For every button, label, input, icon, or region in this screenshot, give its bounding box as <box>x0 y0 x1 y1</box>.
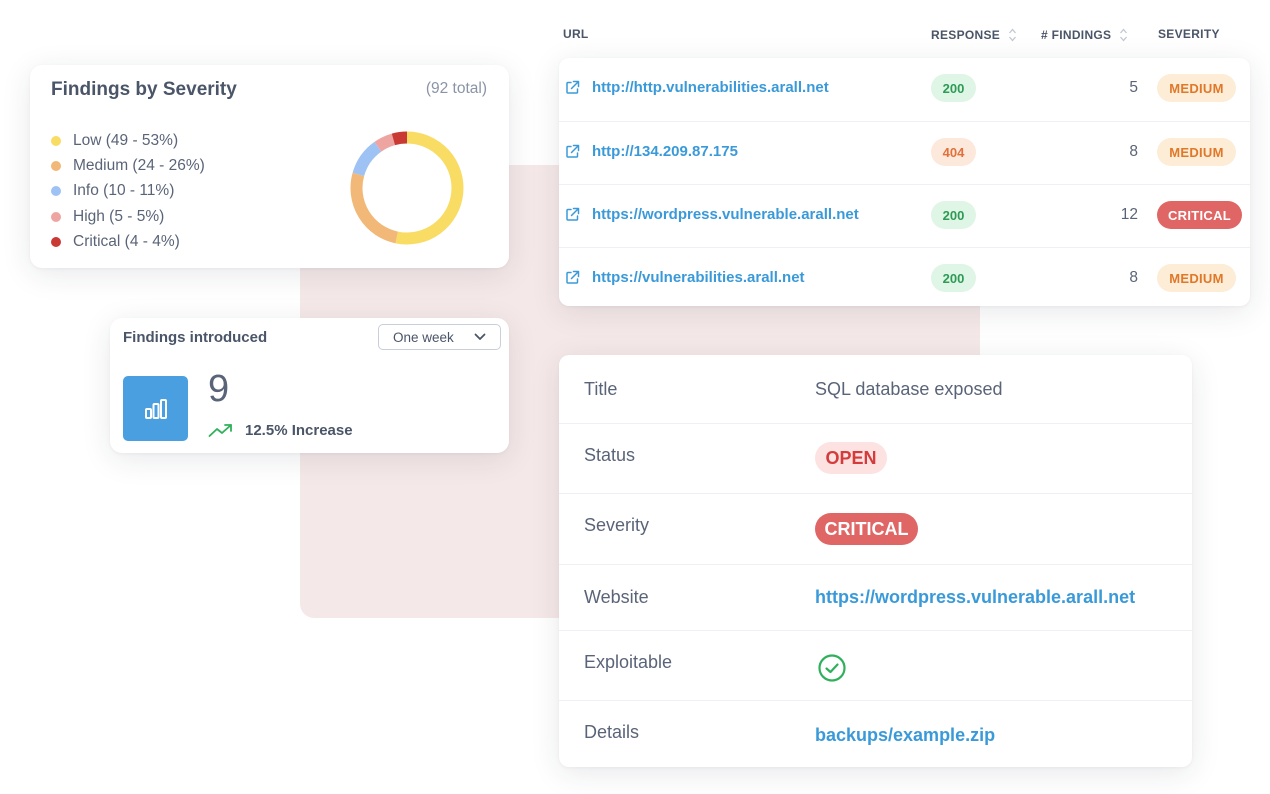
severity-legend: Low (49 - 53%) Medium (24 - 26%) Info (1… <box>51 128 205 254</box>
donut-slice <box>374 133 396 152</box>
legend-dot <box>51 135 61 146</box>
external-link-icon <box>566 144 580 158</box>
legend-label: High (5 - 5%) <box>73 207 165 225</box>
detail-label: Status <box>584 445 636 465</box>
external-link-icon <box>566 80 580 94</box>
findings-count-cell: 12 <box>1120 206 1138 223</box>
url-table: http://http.vulnerabilities.arall.net 20… <box>559 58 1250 306</box>
column-severity-label: SEVERITY <box>1158 27 1220 41</box>
response-badge: 200 <box>931 74 976 102</box>
detail-row-status: Status OPEN <box>559 423 1192 494</box>
legend-dot <box>51 160 61 171</box>
url-link[interactable]: https://wordpress.vulnerable.arall.net <box>565 206 859 223</box>
legend-item-high: High (5 - 5%) <box>51 204 205 229</box>
details-link[interactable]: backups/example.zip <box>815 725 995 746</box>
table-row[interactable]: https://vulnerabilities.arall.net 200 8 … <box>559 247 1250 311</box>
table-row[interactable]: http://134.209.87.175 404 8 MEDIUM <box>559 121 1250 185</box>
legend-label: Low (49 - 53%) <box>73 131 179 149</box>
detail-label: Title <box>584 379 618 399</box>
website-link[interactable]: https://wordpress.vulnerable.arall.net <box>815 587 1135 608</box>
url-text: http://http.vulnerabilities.arall.net <box>592 79 829 96</box>
detail-row-title: Title SQL database exposed <box>559 355 1192 423</box>
bar-chart-icon <box>144 398 167 419</box>
detail-label: Details <box>584 722 640 742</box>
finding-detail-card: Title SQL database exposed Status OPEN S… <box>559 355 1192 767</box>
legend-item-low: Low (49 - 53%) <box>51 128 205 153</box>
donut-slice <box>350 172 399 244</box>
sort-icon <box>1009 28 1017 42</box>
column-response-label: RESPONSE <box>931 28 1001 42</box>
findings-by-severity-card: Findings by Severity (92 total) Low (49 … <box>30 65 509 268</box>
column-findings[interactable]: # FINDINGS <box>1041 27 1128 43</box>
donut-slice <box>395 131 464 245</box>
detail-label: Exploitable <box>584 652 673 672</box>
period-select[interactable]: One week <box>378 324 501 350</box>
detail-row-details: Details backups/example.zip <box>559 700 1192 768</box>
external-link-icon <box>566 270 580 284</box>
sort-icon <box>1120 28 1128 42</box>
detail-row-exploitable: Exploitable <box>559 630 1192 701</box>
findings-count-cell: 5 <box>1129 79 1138 96</box>
detail-label: Website <box>584 587 649 607</box>
url-text: http://134.209.87.175 <box>592 143 738 160</box>
detail-row-website: Website https://wordpress.vulnerable.ara… <box>559 564 1192 631</box>
trending-up-icon <box>208 423 232 437</box>
findings-trend: 12.5% Increase <box>208 422 353 439</box>
legend-dot <box>51 186 61 197</box>
url-link[interactable]: https://vulnerabilities.arall.net <box>565 269 805 286</box>
donut-slice <box>391 131 408 146</box>
external-link-icon <box>566 207 580 221</box>
legend-label: Critical (4 - 4%) <box>73 232 180 250</box>
severity-badge: CRITICAL <box>1157 201 1242 229</box>
check-circle-icon <box>818 654 846 682</box>
column-url: URL <box>563 27 589 41</box>
url-link[interactable]: http://http.vulnerabilities.arall.net <box>565 79 829 96</box>
severity-card-title: Findings by Severity <box>51 79 237 100</box>
legend-item-info: Info (10 - 11%) <box>51 179 205 204</box>
url-text: https://wordpress.vulnerable.arall.net <box>592 206 859 223</box>
detail-label: Severity <box>584 515 650 535</box>
severity-total: (92 total) <box>425 80 487 97</box>
detail-row-severity: Severity CRITICAL <box>559 493 1192 565</box>
table-row[interactable]: http://http.vulnerabilities.arall.net 20… <box>559 58 1250 121</box>
legend-dot <box>51 211 61 222</box>
severity-badge: CRITICAL <box>815 513 918 545</box>
chevron-down-icon <box>474 333 486 340</box>
severity-badge: MEDIUM <box>1157 138 1236 166</box>
url-link[interactable]: http://134.209.87.175 <box>565 143 738 160</box>
finding-title: SQL database exposed <box>815 379 1003 399</box>
legend-label: Medium (24 - 26%) <box>73 156 205 174</box>
url-table-header: URL RESPONSE # FINDINGS SEVERITY <box>563 27 1253 45</box>
findings-introduced-title: Findings introduced <box>123 329 268 346</box>
donut-slice <box>352 141 382 177</box>
period-select-value: One week <box>393 329 454 345</box>
severity-badge: MEDIUM <box>1157 264 1236 292</box>
findings-introduced-card: Findings introduced One week 9 12.5% Inc… <box>110 318 509 453</box>
table-row[interactable]: https://wordpress.vulnerable.arall.net 2… <box>559 184 1250 248</box>
response-badge: 404 <box>931 138 976 166</box>
status-badge: OPEN <box>815 442 887 474</box>
findings-count-cell: 8 <box>1129 143 1138 160</box>
column-severity: SEVERITY <box>1158 27 1220 41</box>
response-badge: 200 <box>931 264 976 292</box>
findings-count-cell: 8 <box>1129 269 1138 286</box>
severity-badge: MEDIUM <box>1157 74 1236 102</box>
column-findings-label: # FINDINGS <box>1041 28 1112 42</box>
column-url-label: URL <box>563 27 589 41</box>
response-badge: 200 <box>931 201 976 229</box>
column-response[interactable]: RESPONSE <box>931 27 1017 43</box>
url-text: https://vulnerabilities.arall.net <box>592 269 805 286</box>
legend-item-medium: Medium (24 - 26%) <box>51 153 205 178</box>
findings-count: 9 <box>208 368 230 410</box>
findings-change: 12.5% Increase <box>245 422 353 439</box>
legend-dot <box>51 236 61 247</box>
legend-item-critical: Critical (4 - 4%) <box>51 229 205 254</box>
legend-label: Info (10 - 11%) <box>73 182 175 200</box>
bar-chart-tile <box>123 376 188 441</box>
severity-donut-chart <box>350 131 464 245</box>
